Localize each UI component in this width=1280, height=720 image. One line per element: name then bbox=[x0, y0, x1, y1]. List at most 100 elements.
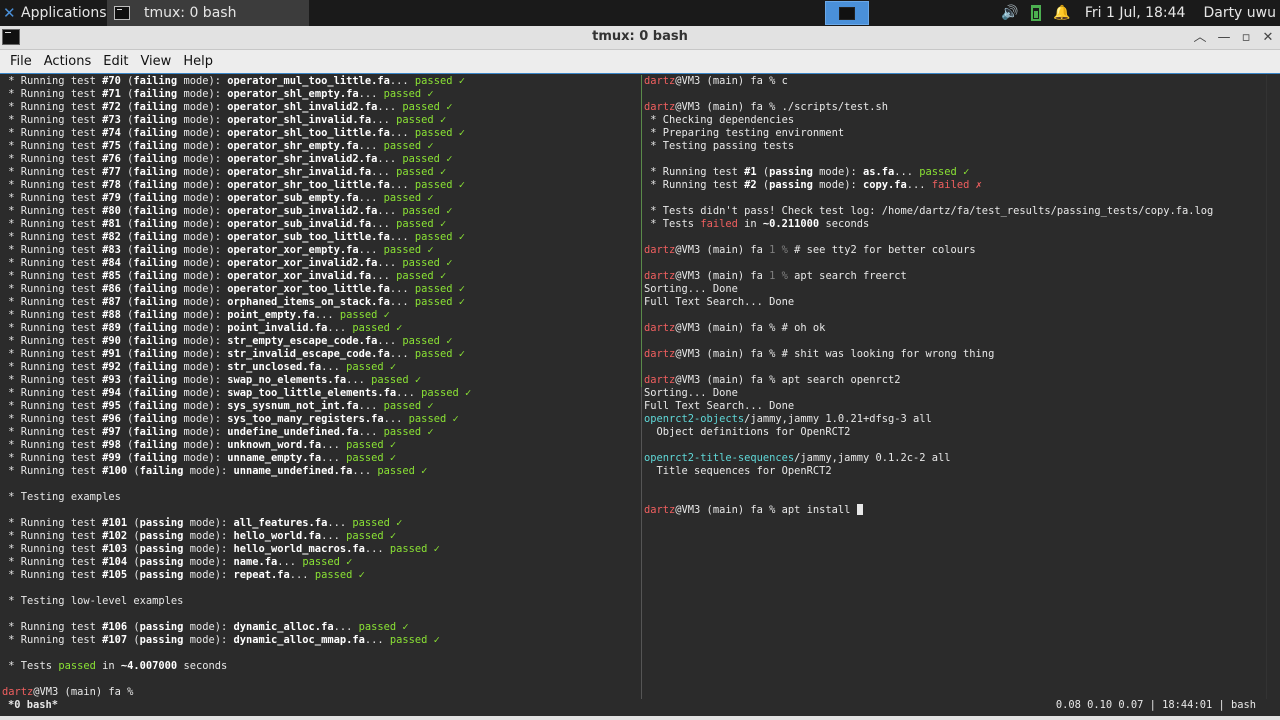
terminal-text: ... bbox=[364, 543, 390, 555]
terminal-line: dartz@VM3 (main) fa % # shit was looking… bbox=[644, 348, 1264, 361]
terminal-text: mode): bbox=[177, 166, 228, 178]
terminal-text: ( bbox=[120, 413, 134, 425]
terminal-text: ( bbox=[120, 322, 134, 334]
terminal-line: * Running test #90 (failing mode): str_e… bbox=[2, 335, 638, 348]
tmux-status-bar: *0 bash* 0.08 0.10 0.07 | 18:44:01 | bas… bbox=[0, 698, 1280, 712]
terminal-text: name.fa bbox=[233, 556, 278, 568]
terminal-text: mode): bbox=[177, 335, 228, 347]
terminal-text: #89 bbox=[102, 322, 121, 334]
menu-edit[interactable]: Edit bbox=[97, 54, 134, 69]
volume-icon[interactable]: 🔊 bbox=[1001, 5, 1019, 21]
menu-actions[interactable]: Actions bbox=[38, 54, 98, 69]
terminal-line: * Running test #81 (failing mode): opera… bbox=[2, 218, 638, 231]
window-titlebar[interactable]: tmux: 0 bash ︿ — ▫ ✕ bbox=[0, 26, 1280, 50]
terminal-text: ( bbox=[120, 426, 134, 438]
terminal-text: failing bbox=[133, 179, 178, 191]
terminal-text: @VM3 (main) fa % ./scripts/test.sh bbox=[675, 101, 888, 113]
terminal-text: * Running test bbox=[2, 166, 103, 178]
terminal-text: 1 % bbox=[769, 244, 788, 256]
terminal-text: mode): bbox=[177, 140, 228, 152]
terminal-text: ( bbox=[120, 348, 134, 360]
close-icon[interactable]: ✕ bbox=[1258, 28, 1278, 48]
menu-file[interactable]: File bbox=[4, 54, 38, 69]
terminal-text: dartz bbox=[2, 686, 34, 698]
terminal-text: operator_xor_too_little.fa bbox=[227, 283, 390, 295]
terminal-text: #107 bbox=[102, 634, 128, 646]
applications-label: Applications bbox=[21, 5, 107, 21]
terminal-text: @VM3 (main) fa bbox=[675, 270, 770, 282]
terminal-text: ... bbox=[396, 387, 422, 399]
user-menu[interactable]: Darty uwu bbox=[1203, 5, 1276, 21]
taskbar-item-tmux[interactable]: tmux: 0 bash bbox=[107, 0, 309, 26]
terminal-text: mode): bbox=[177, 439, 228, 451]
applications-menu[interactable]: ✕ Applications bbox=[0, 0, 107, 26]
terminal-text: passed ✓ bbox=[402, 335, 453, 347]
scrollbar[interactable] bbox=[1266, 75, 1280, 699]
terminal-text: @VM3 (main) fa % # shit was looking for … bbox=[675, 348, 995, 360]
terminal-text: point_invalid.fa bbox=[227, 322, 328, 334]
tmux-pane-left[interactable]: * Running test #70 (failing mode): opera… bbox=[2, 75, 638, 699]
terminal-text: operator_mul_too_little.fa bbox=[227, 75, 390, 87]
terminal-text: ( bbox=[120, 231, 134, 243]
terminal-text: * Running test bbox=[2, 426, 103, 438]
terminal-text: passed ✓ bbox=[346, 530, 397, 542]
terminal-text: failing bbox=[133, 153, 178, 165]
terminal-line: * Tests failed in ~0.211000 seconds bbox=[644, 218, 1264, 231]
chevron-up-icon[interactable]: ︿ bbox=[1190, 28, 1210, 48]
minimize-icon[interactable]: — bbox=[1214, 28, 1234, 48]
terminal-text: failing bbox=[133, 413, 178, 425]
terminal-text: as.fa bbox=[862, 166, 895, 178]
terminal-line: Sorting... Done bbox=[644, 387, 1264, 400]
terminal-area[interactable]: * Running test #70 (failing mode): opera… bbox=[0, 75, 1280, 720]
terminal-line: dartz@VM3 (main) fa % apt search openrct… bbox=[644, 374, 1264, 387]
terminal-text: * Running test bbox=[2, 517, 103, 529]
terminal-text: openrct2-objects bbox=[644, 413, 745, 425]
terminal-text: #100 bbox=[102, 465, 128, 477]
terminal-text: passing bbox=[139, 517, 184, 529]
maximize-icon[interactable]: ▫ bbox=[1236, 28, 1256, 48]
tmux-window-label[interactable]: *0 bash* bbox=[8, 698, 58, 712]
terminal-text: ... bbox=[321, 361, 347, 373]
terminal-text: ( bbox=[756, 179, 770, 191]
terminal-text: passed ✓ bbox=[383, 88, 434, 100]
terminal-line: dartz@VM3 (main) fa % # oh ok bbox=[644, 322, 1264, 335]
terminal-text: ... bbox=[371, 218, 397, 230]
terminal-line: * Tests didn't pass! Check test log: /ho… bbox=[644, 205, 1264, 218]
notification-bell-icon[interactable]: 🔔 bbox=[1053, 5, 1070, 21]
terminal-text: * Running test bbox=[2, 322, 103, 334]
terminal-text: mode): bbox=[177, 361, 228, 373]
terminal-text: #95 bbox=[102, 400, 121, 412]
terminal-line: * Running test #72 (failing mode): opera… bbox=[2, 101, 638, 114]
terminal-text: in bbox=[95, 660, 121, 672]
terminal-text: hello_world_macros.fa bbox=[233, 543, 365, 555]
terminal-text: ( bbox=[120, 166, 134, 178]
battery-icon[interactable] bbox=[1031, 5, 1042, 21]
terminal-text: operator_shl_too_little.fa bbox=[227, 127, 390, 139]
terminal-text: mode): bbox=[177, 270, 228, 282]
terminal-text: mode): bbox=[183, 465, 234, 477]
terminal-text: ... bbox=[346, 374, 372, 386]
clock[interactable]: Fri 1 Jul, 18:44 bbox=[1085, 5, 1186, 21]
menu-view[interactable]: View bbox=[134, 54, 177, 69]
terminal-line: * Checking dependencies bbox=[644, 114, 1264, 127]
terminal-text: passed ✓ bbox=[383, 192, 434, 204]
terminal-line: dartz@VM3 (main) fa % ./scripts/test.sh bbox=[644, 101, 1264, 114]
window-title: tmux: 0 bash bbox=[592, 29, 688, 44]
terminal-text: operator_xor_empty.fa bbox=[227, 244, 359, 256]
tmux-pane-right[interactable]: dartz@VM3 (main) fa % c dartz@VM3 (main)… bbox=[644, 75, 1264, 699]
terminal-line: * Running test #100 (failing mode): unna… bbox=[2, 465, 638, 478]
workspace-switcher[interactable] bbox=[825, 1, 869, 25]
terminal-text: mode): bbox=[177, 101, 228, 113]
terminal-line: * Running test #104 (passing mode): name… bbox=[2, 556, 638, 569]
terminal-text: passed ✓ bbox=[402, 257, 453, 269]
terminal-text: operator_sub_too_little.fa bbox=[227, 231, 390, 243]
terminal-text: * Preparing testing environment bbox=[644, 127, 845, 139]
terminal-text: mode): bbox=[183, 543, 234, 555]
terminal-text: operator_xor_invalid2.fa bbox=[227, 257, 378, 269]
menu-help[interactable]: Help bbox=[177, 54, 219, 69]
terminal-text: mode): bbox=[183, 569, 234, 581]
terminal-text: operator_shr_empty.fa bbox=[227, 140, 359, 152]
terminal-text: #104 bbox=[102, 556, 128, 568]
